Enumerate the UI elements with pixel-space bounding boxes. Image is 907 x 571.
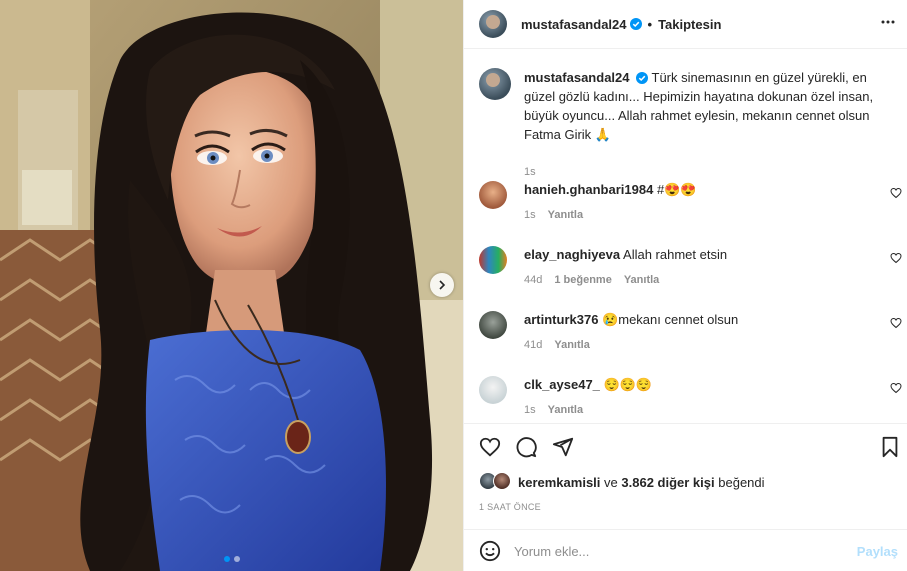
commenter-avatar[interactable] — [479, 181, 507, 209]
comment-body: 😢mekanı cennet olsun — [602, 312, 739, 327]
commenter-avatar[interactable] — [479, 246, 507, 274]
portrait-image — [0, 0, 463, 571]
comment-meta: 1s Yanıtla — [524, 404, 583, 416]
comment-icon[interactable] — [515, 436, 537, 458]
separator-dot: • — [647, 16, 653, 32]
comment-body: Allah rahmet etsin — [623, 247, 728, 262]
post-photo[interactable] — [0, 0, 463, 571]
comment-text: hanieh.ghanbari1984 #😍😍 — [524, 181, 697, 199]
post-comment-button[interactable]: Paylaş — [857, 544, 898, 559]
carousel-dot — [234, 556, 240, 562]
comment-time[interactable]: 1s — [524, 209, 536, 221]
carousel-dot-active — [224, 556, 230, 562]
commenter-username[interactable]: artinturk376 — [524, 312, 598, 327]
commenter-username[interactable]: hanieh.ghanbari1984 — [524, 182, 653, 197]
post-timestamp[interactable]: 1 SAAT ÖNCE — [479, 502, 541, 512]
caption-author-avatar[interactable] — [479, 68, 511, 100]
add-comment-bar: Yorum ekle... Paylaş — [464, 529, 907, 571]
comment-item: elay_naghiyeva Allah rahmet etsin 44d 1 … — [479, 246, 902, 302]
comment-time[interactable]: 1s — [524, 404, 536, 416]
reply-button[interactable]: Yanıtla — [548, 404, 583, 416]
commenter-username[interactable]: clk_ayse47_ — [524, 377, 600, 392]
liker-avatar — [493, 472, 511, 490]
heart-icon[interactable] — [479, 436, 501, 458]
carousel-next-button[interactable] — [430, 273, 454, 297]
likes-connector: ve — [604, 474, 618, 490]
comment-time[interactable]: 44d — [524, 274, 542, 286]
heart-icon[interactable] — [890, 187, 902, 199]
caption-body: mustafasandal24 Türk sinemasının en güze… — [524, 68, 899, 144]
comment-meta: 1s Yanıtla — [524, 209, 583, 221]
comment-meta: 41d Yanıtla — [524, 339, 590, 351]
likers-avatars — [479, 472, 515, 492]
reply-button[interactable]: Yanıtla — [624, 274, 659, 286]
caption-time[interactable]: 1s — [524, 166, 536, 178]
paper-plane-icon[interactable] — [552, 436, 574, 458]
heart-icon[interactable] — [890, 317, 902, 329]
comment-text: artinturk376 😢mekanı cennet olsun — [524, 311, 738, 329]
comment-text: clk_ayse47_ 😌😌😌 — [524, 376, 652, 394]
author-avatar[interactable] — [479, 10, 507, 38]
following-status[interactable]: Takiptesin — [658, 17, 721, 32]
caption-username[interactable]: mustafasandal24 — [524, 70, 630, 85]
heart-icon[interactable] — [890, 382, 902, 394]
commenter-avatar[interactable] — [479, 311, 507, 339]
post-details-panel: mustafasandal24 • Takiptesin mustafasand… — [463, 0, 907, 571]
post-actions — [464, 423, 907, 469]
smiley-icon[interactable] — [479, 540, 501, 562]
comment-item: hanieh.ghanbari1984 #😍😍 1s Yanıtla — [479, 181, 902, 237]
post-header: mustafasandal24 • Takiptesin — [464, 0, 907, 49]
verified-badge-icon — [636, 72, 649, 84]
comment-body: 😌😌😌 — [603, 377, 653, 392]
comment-time[interactable]: 41d — [524, 339, 542, 351]
comment-body: #😍😍 — [656, 182, 697, 197]
comment-text: elay_naghiyeva Allah rahmet etsin — [524, 246, 727, 264]
commenter-username[interactable]: elay_naghiyeva — [524, 247, 620, 262]
author-username[interactable]: mustafasandal24 — [521, 17, 627, 32]
more-horizontal-icon[interactable] — [880, 14, 896, 30]
comments-list[interactable]: mustafasandal24 Türk sinemasının en güze… — [464, 50, 907, 423]
chevron-right-icon — [439, 280, 446, 290]
carousel-indicator — [224, 556, 240, 562]
comment-input[interactable]: Yorum ekle... — [514, 544, 589, 559]
reply-button[interactable]: Yanıtla — [554, 339, 589, 351]
verified-badge-icon — [629, 18, 642, 30]
commenter-avatar[interactable] — [479, 376, 507, 404]
comment-item: artinturk376 😢mekanı cennet olsun 41d Ya… — [479, 311, 902, 367]
comment-like-count[interactable]: 1 beğenme — [554, 274, 611, 286]
heart-icon[interactable] — [890, 252, 902, 264]
likes-suffix: beğendi — [718, 474, 765, 490]
bookmark-icon[interactable] — [880, 436, 900, 458]
comment-item: clk_ayse47_ 😌😌😌 1s Yanıtla — [479, 376, 902, 423]
liker-username[interactable]: keremkamisli — [518, 475, 600, 490]
likes-others-count[interactable]: 3.862 diğer kişi — [621, 475, 714, 490]
likes-summary[interactable]: keremkamisli ve 3.862 diğer kişi beğendi — [479, 472, 765, 492]
reply-button[interactable]: Yanıtla — [548, 209, 583, 221]
comment-meta: 44d 1 beğenme Yanıtla — [524, 274, 659, 286]
